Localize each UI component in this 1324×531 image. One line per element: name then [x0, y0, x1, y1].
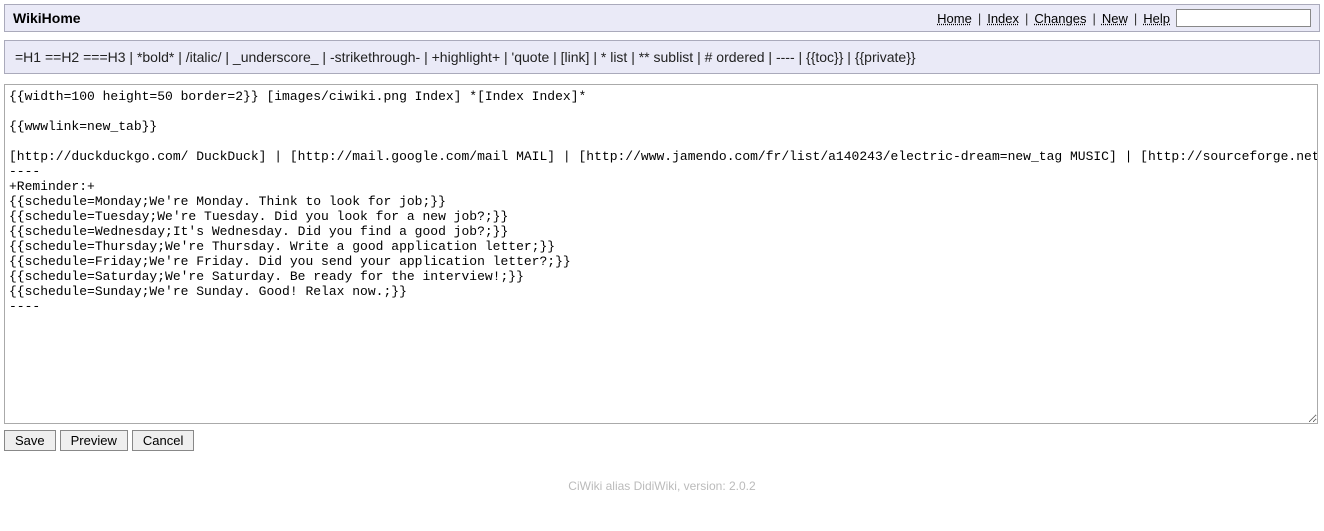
search-input[interactable] — [1176, 9, 1311, 27]
cancel-button[interactable]: Cancel — [132, 430, 194, 451]
nav-separator: | — [1025, 11, 1028, 26]
nav-index[interactable]: Index — [987, 11, 1019, 26]
page-title: WikiHome — [13, 10, 81, 26]
header-bar: WikiHome Home | Index | Changes | New | … — [4, 4, 1320, 32]
action-buttons: Save Preview Cancel — [4, 430, 1320, 451]
syntax-toolbar: =H1 ==H2 ===H3 | *bold* | /italic/ | _un… — [4, 40, 1320, 74]
nav-help[interactable]: Help — [1143, 11, 1170, 26]
nav-new[interactable]: New — [1102, 11, 1128, 26]
nav-changes[interactable]: Changes — [1034, 11, 1086, 26]
nav-home[interactable]: Home — [937, 11, 972, 26]
footer-text: CiWiki alias DidiWiki, version: 2.0.2 — [4, 467, 1320, 493]
preview-button[interactable]: Preview — [60, 430, 128, 451]
nav-separator: | — [978, 11, 981, 26]
nav-separator: | — [1134, 11, 1137, 26]
save-button[interactable]: Save — [4, 430, 56, 451]
wiki-editor[interactable] — [4, 84, 1318, 424]
nav-links: Home | Index | Changes | New | Help — [937, 9, 1311, 27]
nav-separator: | — [1092, 11, 1095, 26]
